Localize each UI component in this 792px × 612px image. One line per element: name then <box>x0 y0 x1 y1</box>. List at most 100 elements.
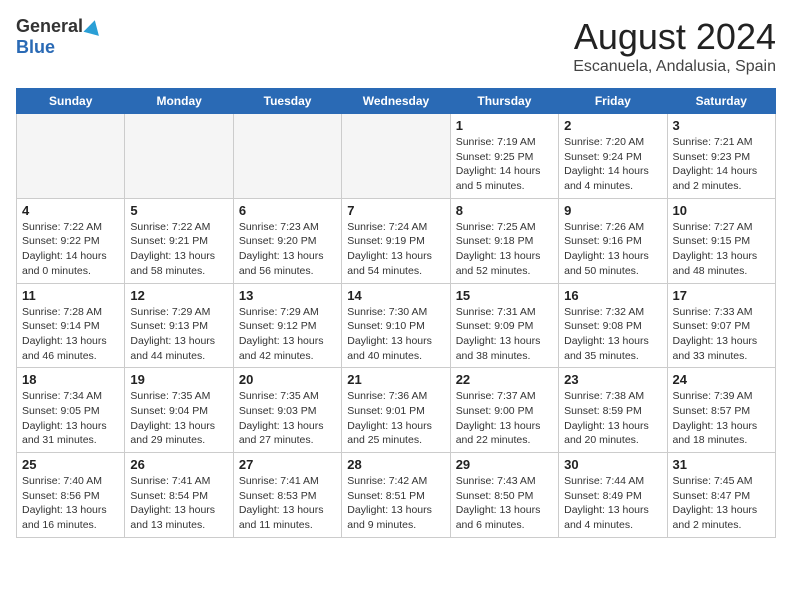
day-of-week-header: Thursday <box>450 89 558 114</box>
calendar-week-row: 11 Sunrise: 7:28 AM Sunset: 9:14 PM Dayli… <box>17 283 776 368</box>
calendar-cell: 24 Sunrise: 7:39 AM Sunset: 8:57 PM Dayli… <box>667 368 775 453</box>
days-of-week-row: SundayMondayTuesdayWednesdayThursdayFrid… <box>17 89 776 114</box>
day-info: Sunrise: 7:44 AM Sunset: 8:49 PM Dayligh… <box>564 474 661 533</box>
calendar-week-row: 1Sunrise: 7:19 AM Sunset: 9:25 PM Daylig… <box>17 114 776 199</box>
day-number: 14 <box>347 288 444 303</box>
day-info: Sunrise: 7:22 AM Sunset: 9:22 PM Dayligh… <box>22 220 119 279</box>
calendar-week-row: 18 Sunrise: 7:34 AM Sunset: 9:05 PM Dayli… <box>17 368 776 453</box>
day-info: Sunrise: 7:22 AM Sunset: 9:21 PM Dayligh… <box>130 220 227 279</box>
logo: General Blue <box>16 16 101 58</box>
calendar-cell: 7 Sunrise: 7:24 AM Sunset: 9:19 PM Daylig… <box>342 198 450 283</box>
calendar-cell: 17Sunrise: 7:33 AM Sunset: 9:07 PM Dayli… <box>667 283 775 368</box>
day-number: 10 <box>673 203 770 218</box>
day-number: 3 <box>673 118 770 133</box>
day-number: 24 <box>673 372 770 387</box>
location-title: Escanuela, Andalusia, Spain <box>573 58 776 76</box>
calendar-week-row: 4 Sunrise: 7:22 AM Sunset: 9:22 PM Daylig… <box>17 198 776 283</box>
calendar-cell: 18 Sunrise: 7:34 AM Sunset: 9:05 PM Dayli… <box>17 368 125 453</box>
calendar-cell: 23 Sunrise: 7:38 AM Sunset: 8:59 PM Dayli… <box>559 368 667 453</box>
calendar-cell: 15 Sunrise: 7:31 AM Sunset: 9:09 PM Dayli… <box>450 283 558 368</box>
day-number: 29 <box>456 457 553 472</box>
calendar-cell: 8 Sunrise: 7:25 AM Sunset: 9:18 PM Daylig… <box>450 198 558 283</box>
day-info: Sunrise: 7:31 AM Sunset: 9:09 PM Dayligh… <box>456 305 553 364</box>
calendar-cell: 11 Sunrise: 7:28 AM Sunset: 9:14 PM Dayli… <box>17 283 125 368</box>
day-of-week-header: Friday <box>559 89 667 114</box>
day-number: 23 <box>564 372 661 387</box>
page-header: General Blue August 2024 Escanuela, Anda… <box>16 16 776 76</box>
day-info: Sunrise: 7:29 AM Sunset: 9:13 PM Dayligh… <box>130 305 227 364</box>
calendar-cell: 2Sunrise: 7:20 AM Sunset: 9:24 PM Daylig… <box>559 114 667 199</box>
day-info: Sunrise: 7:29 AM Sunset: 9:12 PM Dayligh… <box>239 305 336 364</box>
calendar-table: SundayMondayTuesdayWednesdayThursdayFrid… <box>16 88 776 538</box>
logo-general-text: General <box>16 16 83 37</box>
day-info: Sunrise: 7:36 AM Sunset: 9:01 PM Dayligh… <box>347 389 444 448</box>
day-number: 13 <box>239 288 336 303</box>
day-info: Sunrise: 7:28 AM Sunset: 9:14 PM Dayligh… <box>22 305 119 364</box>
day-info: Sunrise: 7:37 AM Sunset: 9:00 PM Dayligh… <box>456 389 553 448</box>
title-block: August 2024 Escanuela, Andalusia, Spain <box>573 16 776 76</box>
day-number: 22 <box>456 372 553 387</box>
day-info: Sunrise: 7:38 AM Sunset: 8:59 PM Dayligh… <box>564 389 661 448</box>
day-number: 30 <box>564 457 661 472</box>
calendar-cell: 3Sunrise: 7:21 AM Sunset: 9:23 PM Daylig… <box>667 114 775 199</box>
day-of-week-header: Saturday <box>667 89 775 114</box>
calendar-cell: 4 Sunrise: 7:22 AM Sunset: 9:22 PM Daylig… <box>17 198 125 283</box>
day-number: 28 <box>347 457 444 472</box>
calendar-cell: 1Sunrise: 7:19 AM Sunset: 9:25 PM Daylig… <box>450 114 558 199</box>
day-info: Sunrise: 7:41 AM Sunset: 8:53 PM Dayligh… <box>239 474 336 533</box>
day-info: Sunrise: 7:33 AM Sunset: 9:07 PM Dayligh… <box>673 305 770 364</box>
day-info: Sunrise: 7:27 AM Sunset: 9:15 PM Dayligh… <box>673 220 770 279</box>
day-number: 26 <box>130 457 227 472</box>
day-number: 31 <box>673 457 770 472</box>
calendar-cell: 21Sunrise: 7:36 AM Sunset: 9:01 PM Dayli… <box>342 368 450 453</box>
calendar-cell: 10 Sunrise: 7:27 AM Sunset: 9:15 PM Dayli… <box>667 198 775 283</box>
day-info: Sunrise: 7:41 AM Sunset: 8:54 PM Dayligh… <box>130 474 227 533</box>
day-number: 20 <box>239 372 336 387</box>
day-number: 11 <box>22 288 119 303</box>
day-number: 4 <box>22 203 119 218</box>
calendar-cell: 6 Sunrise: 7:23 AM Sunset: 9:20 PM Daylig… <box>233 198 341 283</box>
day-number: 8 <box>456 203 553 218</box>
day-info: Sunrise: 7:35 AM Sunset: 9:04 PM Dayligh… <box>130 389 227 448</box>
day-number: 6 <box>239 203 336 218</box>
day-number: 5 <box>130 203 227 218</box>
calendar-body: 1Sunrise: 7:19 AM Sunset: 9:25 PM Daylig… <box>17 114 776 538</box>
calendar-cell: 16 Sunrise: 7:32 AM Sunset: 9:08 PM Dayli… <box>559 283 667 368</box>
calendar-cell: 9Sunrise: 7:26 AM Sunset: 9:16 PM Daylig… <box>559 198 667 283</box>
day-info: Sunrise: 7:24 AM Sunset: 9:19 PM Dayligh… <box>347 220 444 279</box>
day-of-week-header: Tuesday <box>233 89 341 114</box>
day-number: 18 <box>22 372 119 387</box>
day-of-week-header: Wednesday <box>342 89 450 114</box>
day-info: Sunrise: 7:26 AM Sunset: 9:16 PM Dayligh… <box>564 220 661 279</box>
day-info: Sunrise: 7:42 AM Sunset: 8:51 PM Dayligh… <box>347 474 444 533</box>
month-title: August 2024 <box>573 16 776 58</box>
day-number: 12 <box>130 288 227 303</box>
calendar-cell <box>17 114 125 199</box>
calendar-cell: 5 Sunrise: 7:22 AM Sunset: 9:21 PM Daylig… <box>125 198 233 283</box>
calendar-cell: 28 Sunrise: 7:42 AM Sunset: 8:51 PM Dayli… <box>342 453 450 538</box>
day-info: Sunrise: 7:34 AM Sunset: 9:05 PM Dayligh… <box>22 389 119 448</box>
day-info: Sunrise: 7:19 AM Sunset: 9:25 PM Dayligh… <box>456 135 553 194</box>
day-of-week-header: Monday <box>125 89 233 114</box>
day-info: Sunrise: 7:23 AM Sunset: 9:20 PM Dayligh… <box>239 220 336 279</box>
day-number: 25 <box>22 457 119 472</box>
day-info: Sunrise: 7:40 AM Sunset: 8:56 PM Dayligh… <box>22 474 119 533</box>
calendar-cell: 27Sunrise: 7:41 AM Sunset: 8:53 PM Dayli… <box>233 453 341 538</box>
calendar-cell: 20 Sunrise: 7:35 AM Sunset: 9:03 PM Dayli… <box>233 368 341 453</box>
day-number: 7 <box>347 203 444 218</box>
day-info: Sunrise: 7:25 AM Sunset: 9:18 PM Dayligh… <box>456 220 553 279</box>
day-info: Sunrise: 7:43 AM Sunset: 8:50 PM Dayligh… <box>456 474 553 533</box>
calendar-cell <box>342 114 450 199</box>
day-number: 2 <box>564 118 661 133</box>
calendar-cell <box>233 114 341 199</box>
day-info: Sunrise: 7:39 AM Sunset: 8:57 PM Dayligh… <box>673 389 770 448</box>
day-number: 16 <box>564 288 661 303</box>
day-info: Sunrise: 7:32 AM Sunset: 9:08 PM Dayligh… <box>564 305 661 364</box>
calendar-cell: 13 Sunrise: 7:29 AM Sunset: 9:12 PM Dayli… <box>233 283 341 368</box>
calendar-cell: 12 Sunrise: 7:29 AM Sunset: 9:13 PM Dayli… <box>125 283 233 368</box>
day-info: Sunrise: 7:35 AM Sunset: 9:03 PM Dayligh… <box>239 389 336 448</box>
day-number: 15 <box>456 288 553 303</box>
calendar-cell: 26 Sunrise: 7:41 AM Sunset: 8:54 PM Dayli… <box>125 453 233 538</box>
day-of-week-header: Sunday <box>17 89 125 114</box>
calendar-cell: 30 Sunrise: 7:44 AM Sunset: 8:49 PM Dayli… <box>559 453 667 538</box>
